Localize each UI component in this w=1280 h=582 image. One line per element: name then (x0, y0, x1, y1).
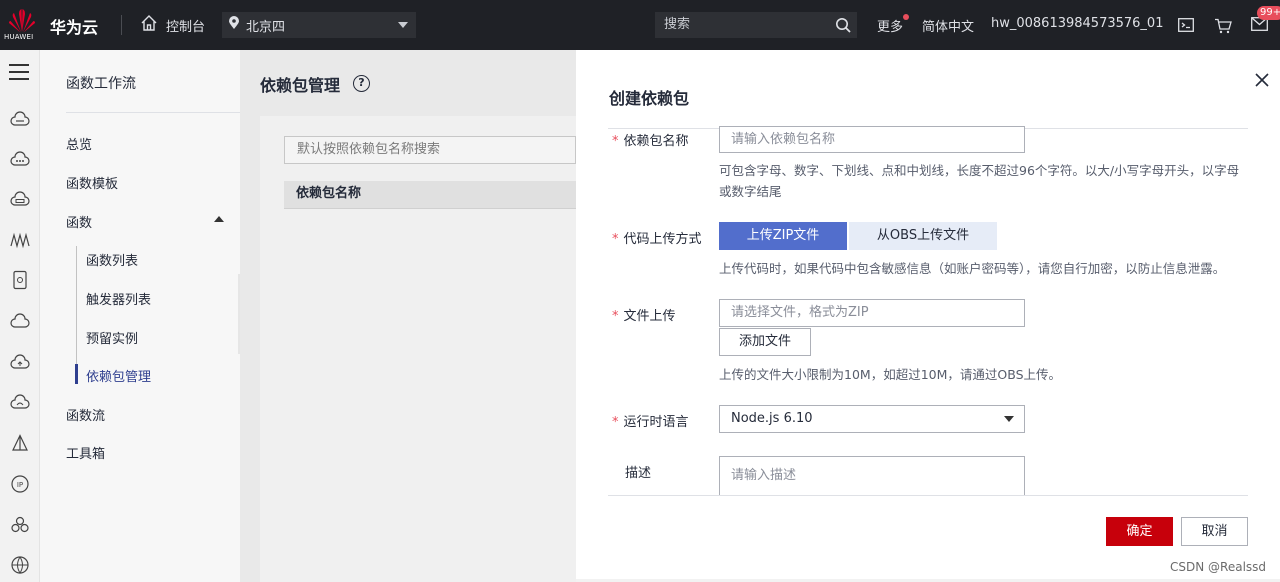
chevron-down-icon (1004, 416, 1014, 422)
description-label: 描述 (625, 466, 652, 481)
upload-mode-label-text: 代码上传方式 (623, 232, 702, 247)
cloud-upload-icon[interactable] (10, 353, 30, 373)
required-mark: * (612, 134, 619, 149)
language-switch[interactable]: 简体中文 (922, 16, 974, 35)
nav-item-flows[interactable]: 函数流 (66, 405, 105, 424)
location-pin-icon (228, 16, 240, 34)
user-account[interactable]: hw_008613984573576_01 (991, 16, 1163, 31)
description-textarea[interactable]: 请输入描述 (719, 456, 1025, 496)
runtime-select[interactable]: Node.js 6.10 (719, 405, 1025, 433)
divider (66, 112, 240, 113)
drawer-title: 创建依赖包 (609, 89, 690, 108)
search-icon[interactable] (835, 17, 851, 43)
active-indicator (75, 364, 78, 384)
cloud-storage-icon[interactable] (10, 190, 30, 210)
cluster-icon[interactable] (10, 515, 30, 535)
nav-item-overview[interactable]: 总览 (66, 134, 92, 153)
service-icon-rail: IP (0, 50, 40, 582)
network-icon[interactable] (10, 230, 30, 250)
region-select[interactable]: 北京四 (222, 12, 416, 38)
upload-zip-option[interactable]: 上传ZIP文件 (719, 222, 847, 250)
name-label-text: 依赖包名称 (623, 134, 689, 149)
divider (121, 15, 122, 35)
file-upload-label: * 文件上传 (612, 305, 676, 324)
cloud-icon[interactable] (10, 312, 30, 332)
top-bar: HUAWEI 华为云 控制台 北京四 搜索 更多 简体中文 hw_0086139… (0, 0, 1280, 50)
nav-item-reserved-instances[interactable]: 预留实例 (86, 328, 138, 347)
help-icon[interactable]: ? (353, 75, 370, 92)
required-mark: * (612, 232, 619, 247)
name-label: * 依赖包名称 (612, 130, 689, 149)
runtime-value: Node.js 6.10 (731, 411, 813, 426)
console-link[interactable]: 控制台 (140, 15, 205, 35)
page-title: 依赖包管理 (260, 76, 341, 95)
runtime-label: * 运行时语言 (612, 411, 689, 430)
device-icon[interactable] (10, 270, 30, 290)
file-upload-label-text: 文件上传 (623, 309, 676, 324)
dependency-name-input[interactable]: 请输入依赖包名称 (719, 126, 1025, 153)
cloud-server-icon[interactable] (10, 110, 30, 130)
cart-icon[interactable] (1214, 18, 1232, 38)
terminal-icon[interactable] (1178, 18, 1194, 36)
logo-text: HUAWEI (4, 33, 34, 41)
more-label: 更多 (877, 20, 904, 35)
brand-name[interactable]: 华为云 (50, 14, 98, 38)
nav-item-functions[interactable]: 函数 (66, 212, 92, 231)
svg-text:IP: IP (17, 481, 23, 489)
dependency-search-input[interactable]: 默认按照依赖包名称搜索 (284, 136, 576, 164)
file-path-input[interactable]: 请选择文件，格式为ZIP (719, 299, 1025, 327)
cancel-button[interactable]: 取消 (1181, 517, 1248, 546)
global-search-input[interactable]: 搜索 (655, 12, 857, 38)
ip-address-icon[interactable]: IP (10, 474, 30, 494)
name-hint: 可包含字母、数字、下划线、点和中划线，长度不超过96个字符。以大/小写字母开头，… (719, 163, 1240, 199)
message-count-badge: 99+ (1257, 6, 1280, 20)
main-content: 依赖包管理 ? 默认按照依赖包名称搜索 依赖包名称 (240, 50, 576, 582)
sail-icon[interactable] (10, 434, 30, 454)
home-icon (140, 14, 158, 36)
chevron-up-icon[interactable] (214, 216, 224, 222)
content-card: 默认按照依赖包名称搜索 依赖包名称 (260, 116, 576, 582)
region-label: 北京四 (246, 19, 286, 35)
nav-item-toolbox[interactable]: 工具箱 (66, 443, 105, 462)
close-icon[interactable] (1254, 72, 1270, 88)
required-mark: * (612, 309, 619, 324)
globe-icon[interactable] (10, 555, 30, 575)
watermark: CSDN @Realssd (1170, 560, 1267, 574)
runtime-label-text: 运行时语言 (623, 415, 689, 430)
nav-item-trigger-list[interactable]: 触发器列表 (86, 289, 151, 308)
confirm-button[interactable]: 确定 (1106, 517, 1173, 546)
chevron-down-icon (398, 22, 408, 28)
function-graph-nav: 函数工作流 总览 函数模板 函数 函数列表 触发器列表 预留实例 依赖包管理 函… (40, 50, 240, 582)
upload-mode-toggle: 上传ZIP文件 从OBS上传文件 (719, 222, 997, 250)
notification-dot (903, 14, 910, 20)
more-menu[interactable]: 更多 (877, 14, 910, 35)
file-size-hint: 上传的文件大小限制为10M，如超过10M，请通过OBS上传。 (719, 367, 1062, 382)
upload-mode-label: * 代码上传方式 (612, 228, 702, 247)
nav-item-dependency-management[interactable]: 依赖包管理 (86, 366, 151, 385)
required-mark: * (612, 415, 619, 430)
console-label: 控制台 (166, 19, 206, 35)
cloud-sync-icon[interactable] (10, 393, 30, 413)
search-placeholder: 搜索 (664, 17, 691, 32)
upload-mode-hint: 上传代码时，如果代码中包含敏感信息（如账户密码等），请您自行加密，以防止信息泄露… (719, 261, 1226, 276)
nav-title: 函数工作流 (66, 76, 136, 92)
add-file-button[interactable]: 添加文件 (719, 328, 811, 356)
nav-item-templates[interactable]: 函数模板 (66, 173, 118, 192)
nav-item-function-list[interactable]: 函数列表 (86, 250, 138, 269)
cloud-service-icon[interactable] (10, 150, 30, 170)
table-header: 依赖包名称 (284, 181, 576, 209)
upload-obs-option[interactable]: 从OBS上传文件 (849, 222, 997, 250)
subnav-guide-line (76, 246, 77, 382)
divider (608, 495, 1248, 496)
create-dependency-drawer: 创建依赖包 * 依赖包名称 请输入依赖包名称 可包含字母、数字、下划线、点和中划线… (576, 50, 1280, 579)
hamburger-menu-icon[interactable] (9, 64, 29, 80)
